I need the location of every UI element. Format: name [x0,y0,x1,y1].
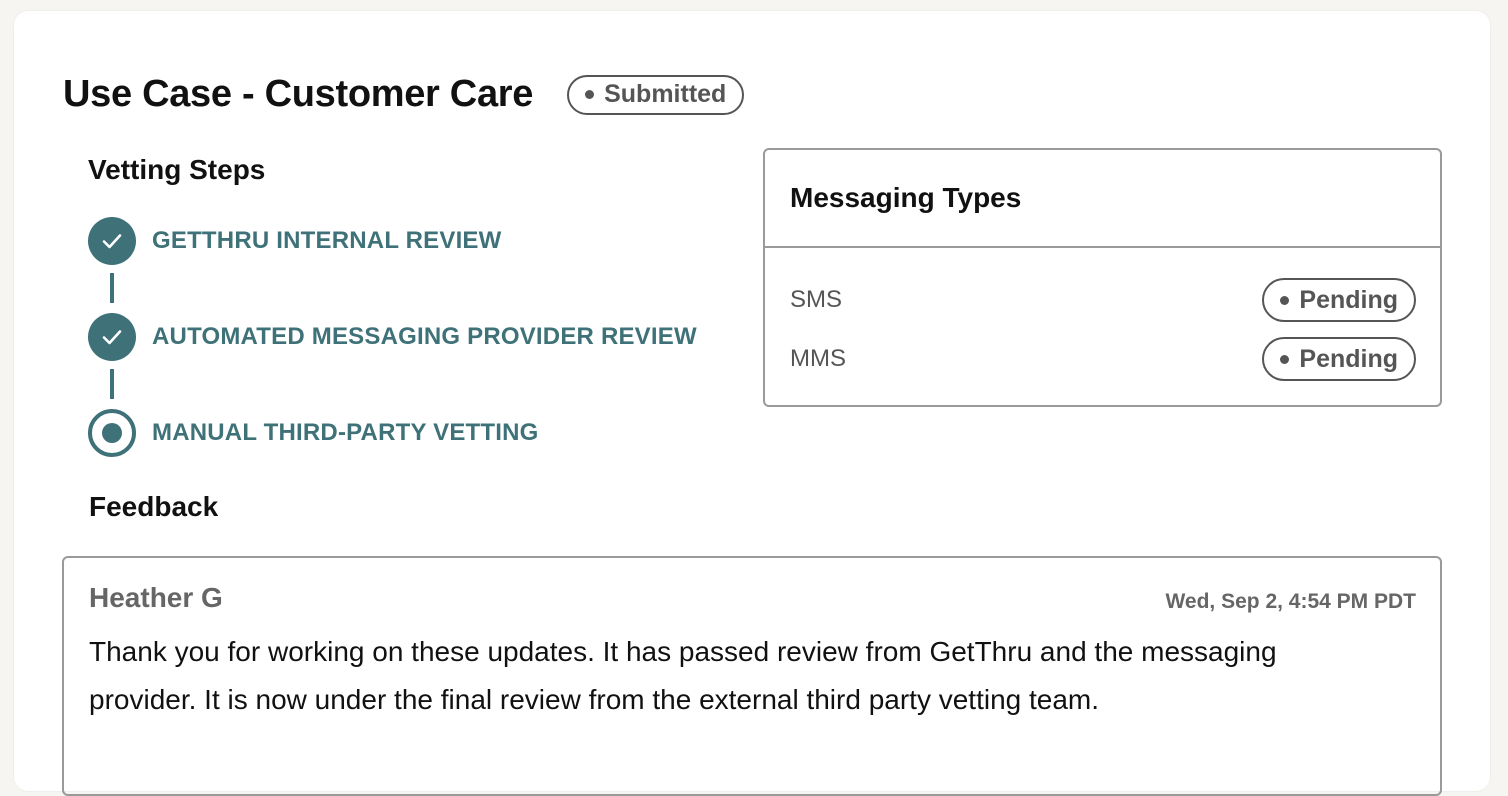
step-connector [110,273,114,303]
messaging-type-row: SMS Pending [790,278,1416,322]
messaging-types-panel: Messaging Types SMS Pending MMS Pending [763,148,1442,407]
radio-dot-icon [88,409,136,457]
use-case-card: Use Case - Customer Care Submitted Vetti… [14,11,1490,796]
title-row: Use Case - Customer Care Submitted [63,73,745,116]
step-connector [110,369,114,399]
vetting-step: AUTOMATED MESSAGING PROVIDER REVIEW [88,313,697,361]
vetting-step: GETTHRU INTERNAL REVIEW [88,217,697,265]
check-icon [88,217,136,265]
pending-status-label: Pending [1299,285,1398,314]
feedback-entry: Heather G Wed, Sep 2, 4:54 PM PDT Thank … [62,556,1442,796]
pending-status-badge: Pending [1262,337,1416,381]
messaging-type-label: SMS [790,286,843,313]
feedback-timestamp: Wed, Sep 2, 4:54 PM PDT [1165,590,1416,613]
page-title: Use Case - Customer Care [63,73,534,115]
pending-status-label: Pending [1299,344,1398,373]
vetting-step-label: AUTOMATED MESSAGING PROVIDER REVIEW [152,323,697,350]
vetting-steps-list: GETTHRU INTERNAL REVIEW AUTOMATED MESSAG… [88,217,697,457]
messaging-types-heading: Messaging Types [765,150,1440,248]
status-badge: Submitted [567,74,745,115]
pending-status-badge: Pending [1262,278,1416,322]
vetting-step-label: GETTHRU INTERNAL REVIEW [152,227,502,254]
status-dot-icon [1280,295,1290,305]
messaging-type-label: MMS [790,345,846,372]
status-dot-icon [1280,354,1290,364]
vetting-step-label: MANUAL THIRD-PARTY VETTING [152,419,539,446]
messaging-type-row: MMS Pending [790,337,1416,381]
feedback-author: Heather G [89,582,223,613]
status-badge-label: Submitted [604,80,727,108]
feedback-message: Thank you for working on these updates. … [89,636,1277,715]
vetting-step: MANUAL THIRD-PARTY VETTING [88,409,697,457]
feedback-heading: Feedback [89,491,219,522]
check-icon [88,313,136,361]
status-dot-icon [585,90,595,99]
vetting-steps-heading: Vetting Steps [88,154,266,185]
